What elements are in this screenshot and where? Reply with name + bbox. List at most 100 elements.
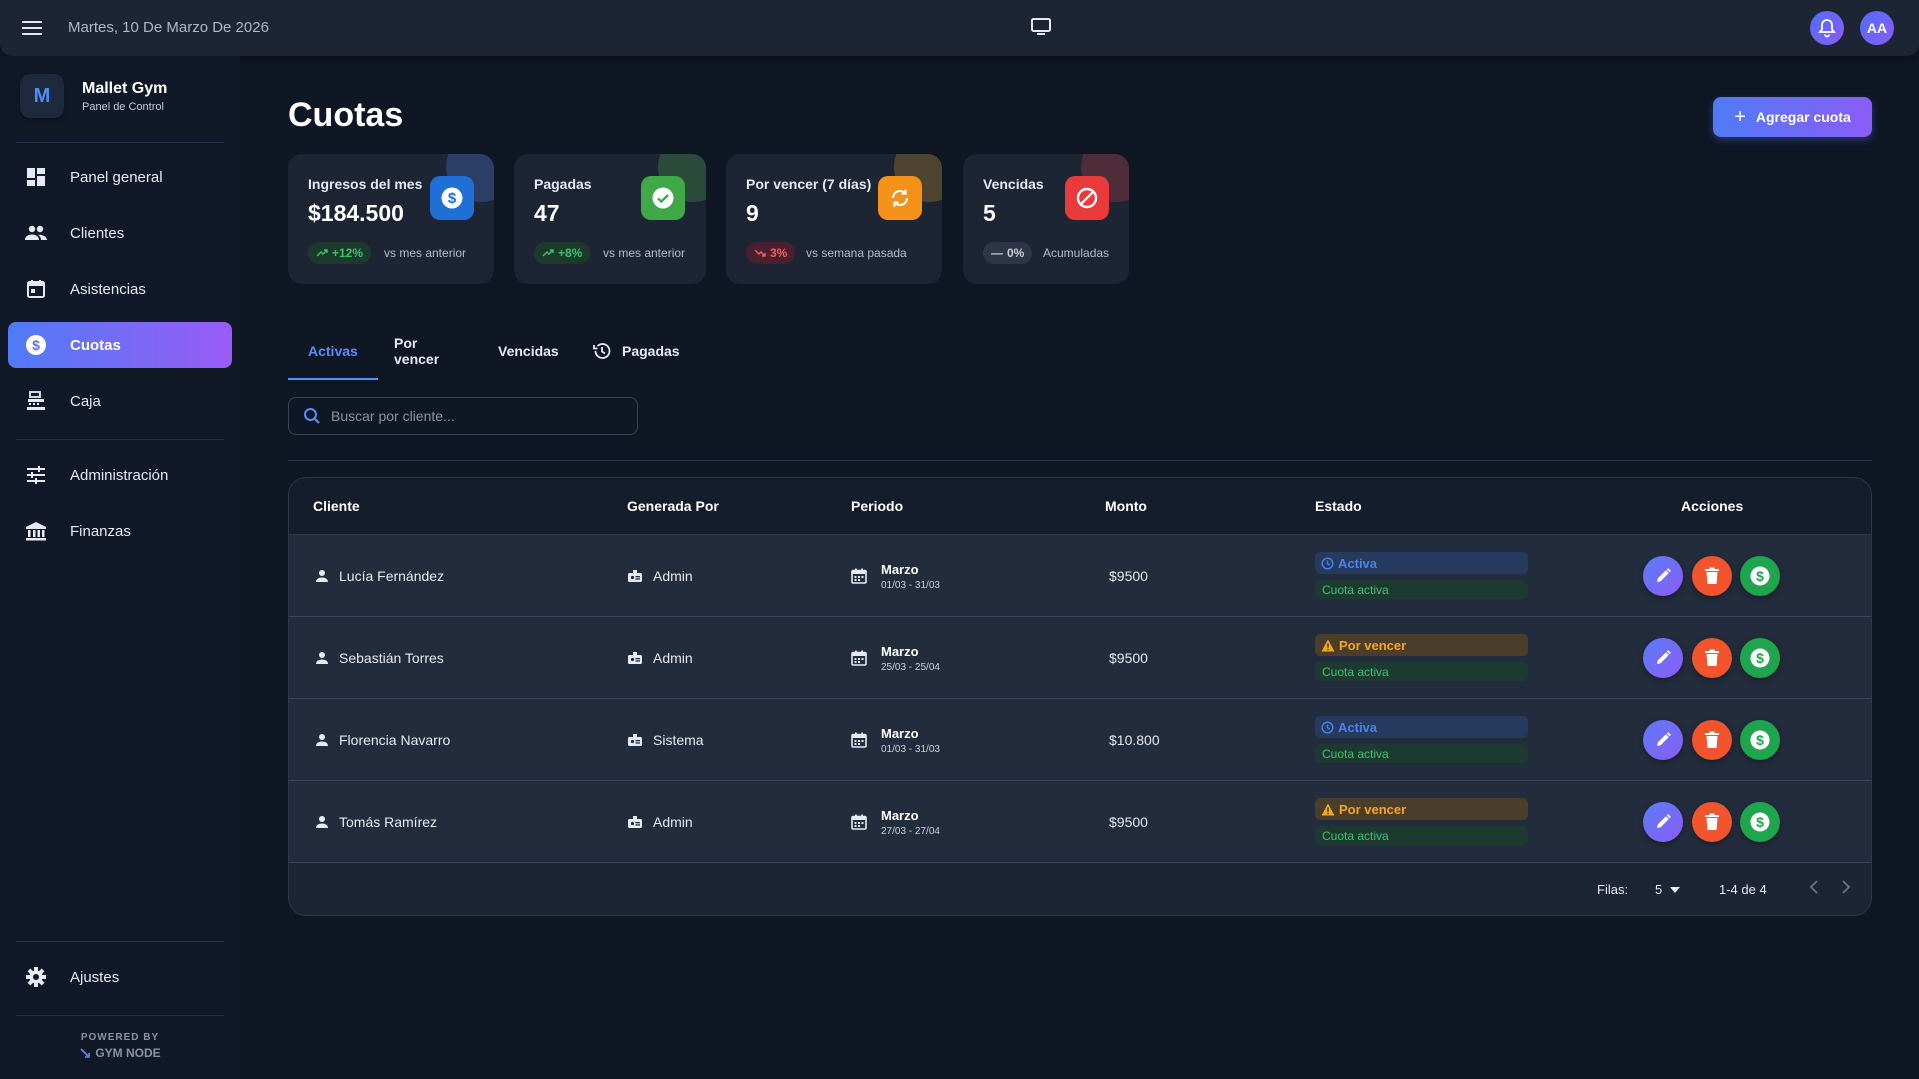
calendar-icon xyxy=(851,814,867,830)
add-cuota-button[interactable]: + Agregar cuota xyxy=(1713,97,1872,137)
stat-label: Vencidas xyxy=(983,176,1044,192)
trash-icon xyxy=(1704,813,1720,831)
plus-icon: + xyxy=(1734,106,1746,128)
substatus-badge: Cuota activa xyxy=(1315,662,1528,681)
cell-estado: Por vencer Cuota activa xyxy=(1315,634,1528,681)
table-row[interactable]: Tomás Ramírez Admin Marzo 27/03 - 27/04 $950… xyxy=(289,781,1871,863)
tab-vencidas[interactable]: Vencidas xyxy=(498,322,559,380)
sidebar-item-finanzas[interactable]: Finanzas xyxy=(8,508,232,554)
monitor-icon[interactable] xyxy=(1030,17,1052,37)
sidebar-item-label: Caja xyxy=(70,392,101,410)
section-divider xyxy=(288,460,1872,461)
sidebar-item-clientes[interactable]: Clientes xyxy=(8,210,232,256)
svg-text:$: $ xyxy=(32,337,40,353)
cuotas-table: Cliente Generada Por Periodo Monto Estad… xyxy=(288,477,1872,916)
sidebar-divider xyxy=(16,941,224,942)
svg-text:$: $ xyxy=(448,190,457,207)
sliders-icon xyxy=(24,463,48,487)
dollar-icon: $ xyxy=(1749,647,1771,669)
stat-badge: 3% xyxy=(746,242,796,264)
header-estado[interactable]: Estado xyxy=(1315,498,1362,514)
cell-cliente: Tomás Ramírez xyxy=(315,781,437,863)
header-periodo[interactable]: Periodo xyxy=(851,498,903,514)
menu-icon[interactable] xyxy=(18,16,46,40)
next-page-chevron-right-icon[interactable] xyxy=(1841,880,1851,894)
search-input[interactable] xyxy=(331,408,621,424)
table-row[interactable]: Sebastián Torres Admin Marzo 25/03 - 25/04 $… xyxy=(289,617,1871,699)
delete-button[interactable] xyxy=(1692,720,1732,760)
pay-button[interactable]: $ xyxy=(1740,802,1780,842)
pencil-icon xyxy=(1654,567,1672,585)
dollar-icon: $ xyxy=(1749,729,1771,751)
history-icon xyxy=(592,341,612,361)
table-header: Cliente Generada Por Periodo Monto Estad… xyxy=(289,478,1871,535)
sidebar-item-label: Finanzas xyxy=(70,522,131,540)
edit-button[interactable] xyxy=(1643,802,1683,842)
stat-value: 47 xyxy=(534,200,560,226)
trend-up-icon xyxy=(316,249,328,257)
status-badge: Activa xyxy=(1315,552,1528,574)
gear-icon xyxy=(24,965,48,989)
edit-button[interactable] xyxy=(1643,638,1683,678)
delete-button[interactable] xyxy=(1692,638,1732,678)
person-icon xyxy=(315,733,329,747)
substatus-badge: Cuota activa xyxy=(1315,744,1528,763)
pay-button[interactable]: $ xyxy=(1740,556,1780,596)
sidebar-item-cuotas[interactable]: $ Cuotas xyxy=(8,322,232,368)
stat-badge: +12% xyxy=(308,242,372,264)
edit-button[interactable] xyxy=(1643,720,1683,760)
cell-monto-value: $9500 xyxy=(1109,568,1148,584)
substatus-badge: Cuota activa xyxy=(1315,580,1528,599)
rows-per-page-select[interactable]: 5 xyxy=(1655,882,1681,897)
stat-value: 9 xyxy=(746,200,759,226)
header-generada-por[interactable]: Generada Por xyxy=(627,498,719,514)
edit-button[interactable] xyxy=(1643,556,1683,596)
id-badge-icon xyxy=(627,651,643,665)
warning-icon xyxy=(1321,803,1335,816)
cell-generada-por: Admin xyxy=(627,781,693,863)
table-row[interactable]: Lucía Fernández Admin Marzo 01/03 - 31/03 $9… xyxy=(289,535,1871,617)
notifications-bell-icon[interactable] xyxy=(1810,11,1844,45)
status-badge: Por vencer xyxy=(1315,798,1528,820)
cell-cliente: Florencia Navarro xyxy=(315,699,450,781)
delete-button[interactable] xyxy=(1692,556,1732,596)
cell-periodo: Marzo 27/03 - 27/04 xyxy=(851,781,940,863)
sidebar-item-caja[interactable]: Caja xyxy=(8,378,232,424)
user-avatar[interactable]: AA xyxy=(1860,11,1894,45)
clock-icon xyxy=(1321,556,1334,570)
sidebar-item-panel-general[interactable]: Panel general xyxy=(8,154,232,200)
sidebar-item-label: Asistencias xyxy=(70,280,146,298)
stat-value: 5 xyxy=(983,200,996,226)
brand: M Mallet Gym Panel de Control xyxy=(20,74,167,118)
sidebar-item-ajustes[interactable]: Ajustes xyxy=(8,954,232,1000)
pay-button[interactable]: $ xyxy=(1740,638,1780,678)
dollar-icon: $ xyxy=(430,176,474,220)
stat-label: Pagadas xyxy=(534,176,592,192)
tab-por-vencer[interactable]: Por vencer xyxy=(394,322,439,380)
tab-pagadas[interactable]: Pagadas xyxy=(592,322,680,380)
delete-button[interactable] xyxy=(1692,802,1732,842)
sidebar-item-administracion[interactable]: Administración xyxy=(8,452,232,498)
header-monto[interactable]: Monto xyxy=(1105,498,1147,514)
cell-periodo: Marzo 25/03 - 25/04 xyxy=(851,617,940,699)
powered-by-name: GYM NODE xyxy=(0,1046,240,1060)
stat-label: Por vencer (7 días) xyxy=(746,176,872,192)
rows-per-page-label: Filas: xyxy=(1597,882,1629,897)
person-icon xyxy=(315,651,329,665)
calendar-icon xyxy=(851,650,867,666)
cell-estado: Activa Cuota activa xyxy=(1315,552,1528,599)
table-row[interactable]: Florencia Navarro Sistema Marzo 01/03 - 31/… xyxy=(289,699,1871,781)
people-icon xyxy=(24,221,48,245)
pay-button[interactable]: $ xyxy=(1740,720,1780,760)
page-title: Cuotas xyxy=(288,96,404,134)
header-cliente[interactable]: Cliente xyxy=(313,498,360,514)
stat-note: vs mes anterior xyxy=(603,246,686,260)
id-badge-icon xyxy=(627,733,643,747)
trash-icon xyxy=(1704,649,1720,667)
dollar-icon: $ xyxy=(24,333,48,357)
sidebar-item-asistencias[interactable]: Asistencias xyxy=(8,266,232,312)
tab-activas[interactable]: Activas xyxy=(308,322,358,380)
check-circle-icon xyxy=(641,176,685,220)
cell-monto-value: $10.800 xyxy=(1109,732,1160,748)
prev-page-chevron-left-icon[interactable] xyxy=(1809,880,1819,894)
